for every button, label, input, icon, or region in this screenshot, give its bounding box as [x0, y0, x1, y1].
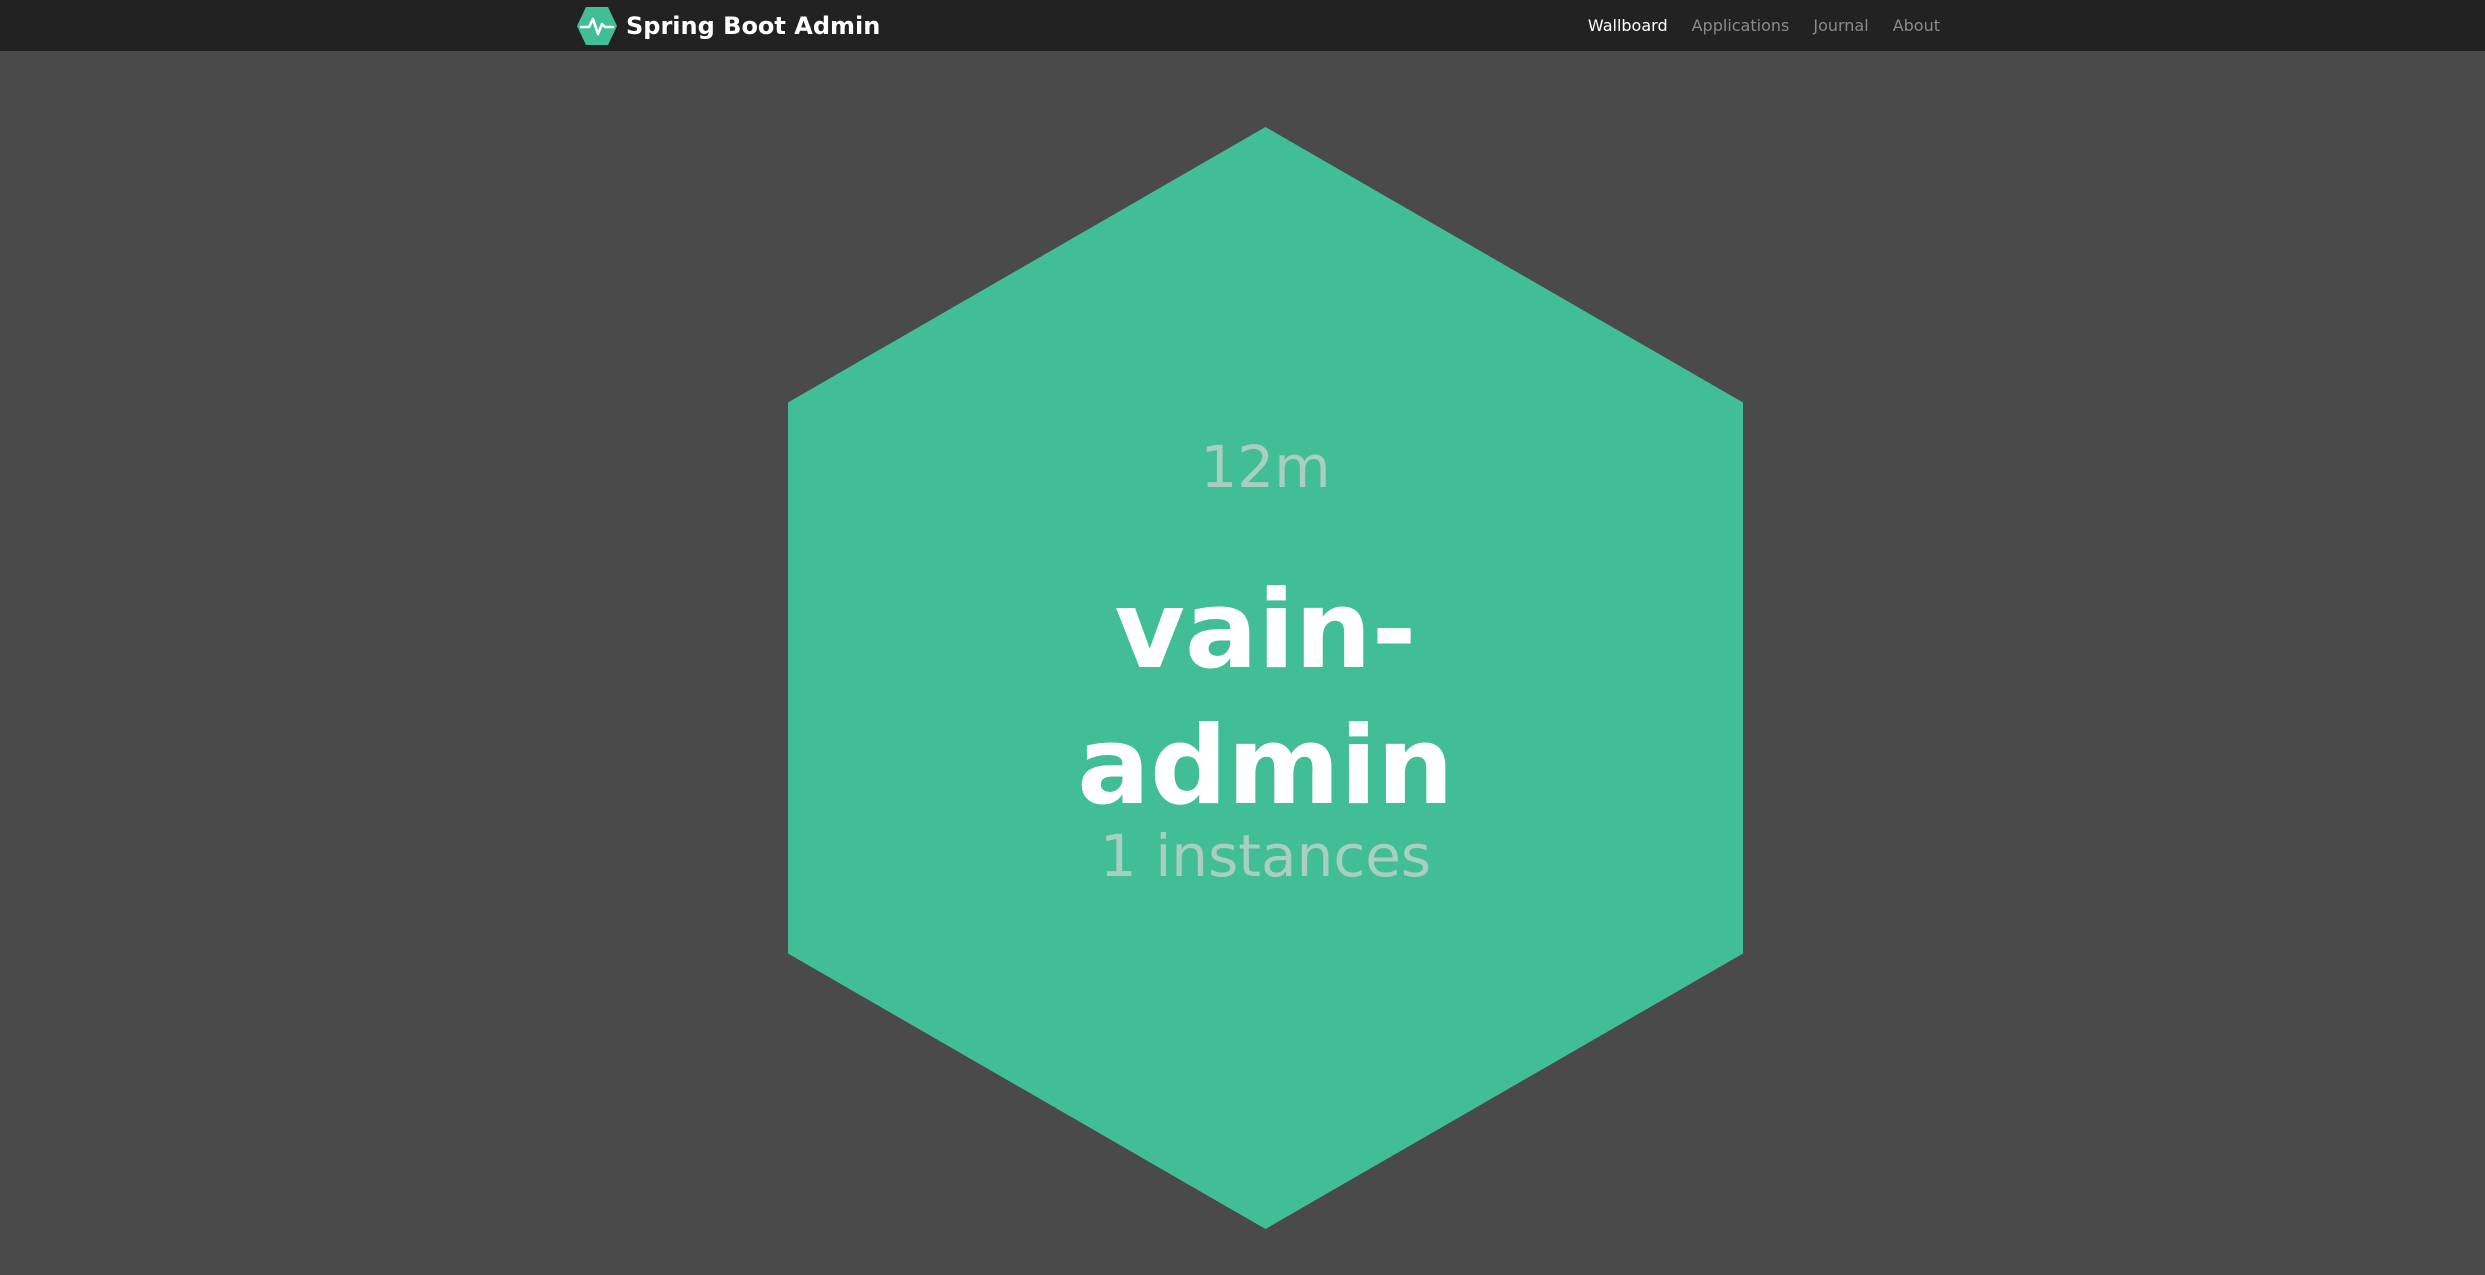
application-hexagon[interactable]: 12m vain- admin 1 instances: [788, 127, 1743, 1229]
nav-item-journal[interactable]: Journal: [1813, 16, 1868, 35]
brand-title: Spring Boot Admin: [626, 11, 881, 40]
nav-item-about[interactable]: About: [1893, 16, 1940, 35]
nav-item-applications[interactable]: Applications: [1692, 16, 1790, 35]
application-instances: 1 instances: [1099, 822, 1432, 890]
application-name-line1: vain-: [1114, 568, 1417, 693]
application-tile-content: 12m vain- admin 1 instances: [788, 127, 1743, 1229]
wallboard: 12m vain- admin 1 instances: [0, 51, 2485, 1275]
application-name-line2: admin: [1077, 704, 1454, 829]
heartbeat-hexagon-icon: [577, 6, 617, 45]
application-uptime: 12m: [1200, 433, 1331, 501]
nav-item-wallboard[interactable]: Wallboard: [1588, 16, 1668, 35]
brand-link[interactable]: Spring Boot Admin: [576, 5, 880, 46]
main-nav: Wallboard Applications Journal About: [1588, 0, 1940, 51]
top-navbar: Spring Boot Admin Wallboard Applications…: [0, 0, 2485, 51]
application-name: vain- admin: [788, 563, 1743, 835]
